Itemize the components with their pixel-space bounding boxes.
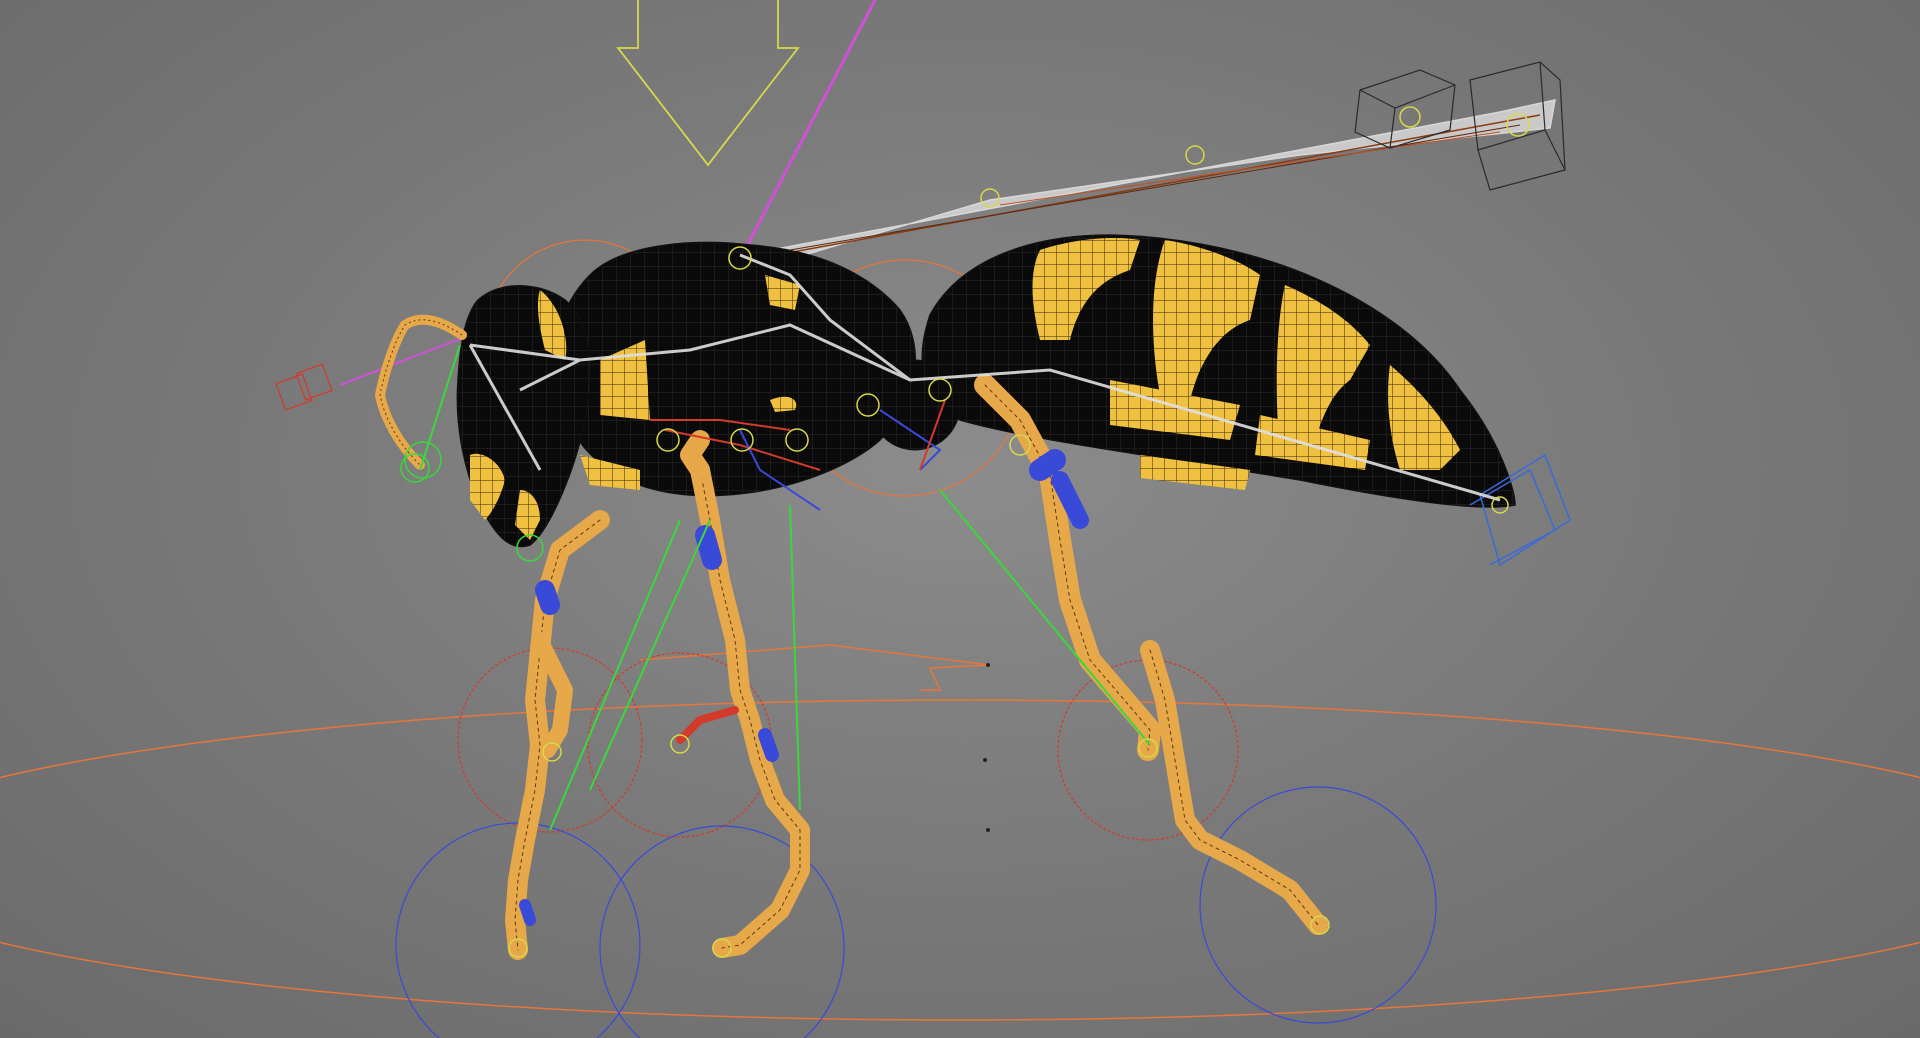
direction-arrow-control[interactable] [616, 0, 800, 167]
antenna-control-box[interactable] [275, 363, 333, 411]
petiole [869, 359, 961, 451]
thorax [554, 241, 916, 497]
wing-mid-joint-2[interactable] [1185, 145, 1205, 165]
3d-viewport[interactable] [0, 0, 1920, 1038]
ground-control-ellipse[interactable] [0, 699, 1920, 1021]
ground-markers [983, 663, 990, 832]
wasp-rig-scene[interactable] [0, 0, 1920, 1038]
wing-tip-joint[interactable] [1399, 106, 1421, 128]
abdomen [921, 234, 1516, 508]
aim-line-magenta [743, 0, 877, 251]
head [456, 285, 591, 548]
ground-arrow-marker[interactable] [639, 644, 991, 691]
rear-foot-control[interactable] [1199, 786, 1437, 1024]
antenna [374, 314, 467, 470]
